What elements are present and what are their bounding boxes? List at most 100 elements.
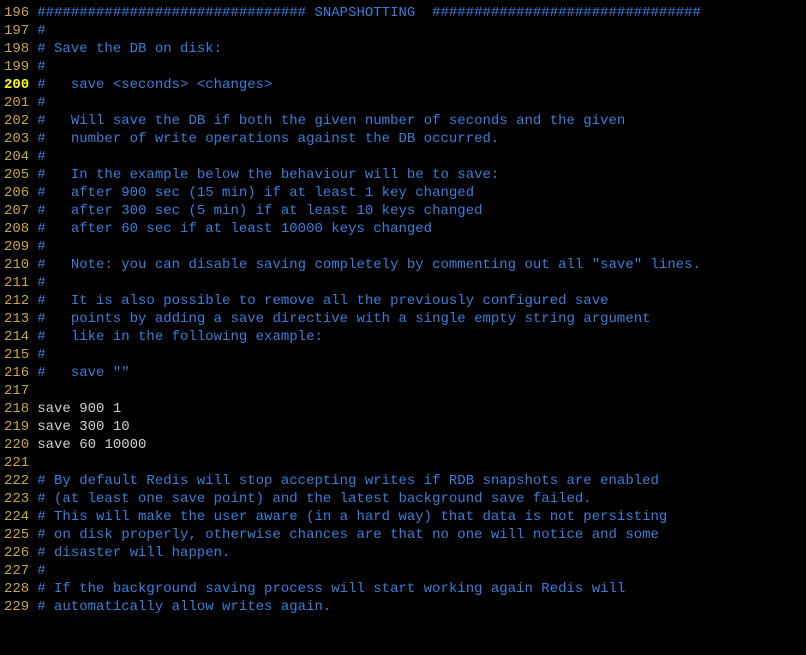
line-number: 215 [4,346,29,364]
comment-text: # automatically allow writes again. [37,599,331,615]
line-number: 223 [4,490,29,508]
line-number: 208 [4,220,29,238]
comment-text: # (at least one save point) and the late… [37,491,592,507]
code-line[interactable]: # like in the following example: [37,328,806,346]
code-line[interactable]: # [37,58,806,76]
code-line[interactable]: # Will save the DB if both the given num… [37,112,806,130]
comment-text: # number of write operations against the… [37,131,499,147]
comment-text: # points by adding a save directive with… [37,311,650,327]
line-number-gutter: 1961971981992002012022032042052062072082… [0,4,37,616]
code-line[interactable]: # This will make the user aware (in a ha… [37,508,806,526]
line-number: 209 [4,238,29,256]
code-line[interactable]: # save <seconds> <changes> [37,76,806,94]
code-text: save 900 1 [37,401,121,417]
line-number: 207 [4,202,29,220]
line-number: 210 [4,256,29,274]
comment-text: # after 300 sec (5 min) if at least 10 k… [37,203,482,219]
comment-text: # [37,347,45,363]
code-text: save 60 10000 [37,437,146,453]
line-number: 196 [4,4,29,22]
code-line[interactable]: # By default Redis will stop accepting w… [37,472,806,490]
code-line[interactable] [37,382,806,400]
code-line[interactable]: # [37,94,806,112]
line-number: 213 [4,310,29,328]
comment-text: # By default Redis will stop accepting w… [37,473,659,489]
comment-text: # like in the following example: [37,329,323,345]
line-number: 206 [4,184,29,202]
line-number: 211 [4,274,29,292]
code-line[interactable]: # automatically allow writes again. [37,598,806,616]
code-line[interactable]: # [37,346,806,364]
code-line[interactable] [37,454,806,472]
code-line[interactable]: # Save the DB on disk: [37,40,806,58]
line-number: 218 [4,400,29,418]
comment-text: # [37,563,45,579]
code-line[interactable]: # Note: you can disable saving completel… [37,256,806,274]
code-content[interactable]: ################################ SNAPSHO… [37,4,806,616]
code-line[interactable]: # [37,22,806,40]
code-line[interactable]: # points by adding a save directive with… [37,310,806,328]
comment-text: # In the example below the behaviour wil… [37,167,499,183]
line-number: 203 [4,130,29,148]
code-line[interactable]: ################################ SNAPSHO… [37,4,806,22]
comment-text: # If the background saving process will … [37,581,625,597]
line-number: 214 [4,328,29,346]
code-line[interactable]: save 900 1 [37,400,806,418]
code-line[interactable]: # It is also possible to remove all the … [37,292,806,310]
line-number: 199 [4,58,29,76]
comment-text: # Save the DB on disk: [37,41,222,57]
line-number: 198 [4,40,29,58]
code-line[interactable]: # [37,274,806,292]
line-number: 204 [4,148,29,166]
comment-text: # [37,95,45,111]
code-line[interactable]: # [37,238,806,256]
line-number: 222 [4,472,29,490]
line-number: 216 [4,364,29,382]
line-number: 212 [4,292,29,310]
code-line[interactable]: save 60 10000 [37,436,806,454]
comment-text: # It is also possible to remove all the … [37,293,608,309]
code-line[interactable]: # after 60 sec if at least 10000 keys ch… [37,220,806,238]
comment-text: # [37,149,45,165]
line-number: 197 [4,22,29,40]
line-number: 220 [4,436,29,454]
code-line[interactable]: # [37,148,806,166]
line-number: 217 [4,382,29,400]
comment-text: # after 900 sec (15 min) if at least 1 k… [37,185,474,201]
comment-text: # [37,275,45,291]
line-number: 227 [4,562,29,580]
code-editor[interactable]: 1961971981992002012022032042052062072082… [0,0,806,616]
line-number: 224 [4,508,29,526]
comment-text: # after 60 sec if at least 10000 keys ch… [37,221,432,237]
line-number: 228 [4,580,29,598]
line-number: 225 [4,526,29,544]
comment-text: # on disk properly, otherwise chances ar… [37,527,659,543]
code-line[interactable]: # on disk properly, otherwise chances ar… [37,526,806,544]
comment-text: # This will make the user aware (in a ha… [37,509,667,525]
line-number: 202 [4,112,29,130]
comment-text: # Will save the DB if both the given num… [37,113,625,129]
comment-text: # [37,239,45,255]
comment-text: ################################ SNAPSHO… [37,5,701,21]
code-line[interactable]: # number of write operations against the… [37,130,806,148]
code-line[interactable]: # after 900 sec (15 min) if at least 1 k… [37,184,806,202]
comment-text: # disaster will happen. [37,545,230,561]
line-number: 226 [4,544,29,562]
code-line[interactable]: # after 300 sec (5 min) if at least 10 k… [37,202,806,220]
code-line[interactable]: # [37,562,806,580]
comment-text: # save "" [37,365,129,381]
line-number: 229 [4,598,29,616]
line-number: 200 [4,76,29,94]
code-line[interactable]: # save "" [37,364,806,382]
line-number: 205 [4,166,29,184]
line-number: 221 [4,454,29,472]
code-line[interactable]: # (at least one save point) and the late… [37,490,806,508]
comment-text: # save <seconds> <changes> [37,77,272,93]
code-line[interactable]: save 300 10 [37,418,806,436]
comment-text: # [37,59,45,75]
code-line[interactable]: # In the example below the behaviour wil… [37,166,806,184]
code-line[interactable]: # If the background saving process will … [37,580,806,598]
code-line[interactable]: # disaster will happen. [37,544,806,562]
line-number: 219 [4,418,29,436]
line-number: 201 [4,94,29,112]
